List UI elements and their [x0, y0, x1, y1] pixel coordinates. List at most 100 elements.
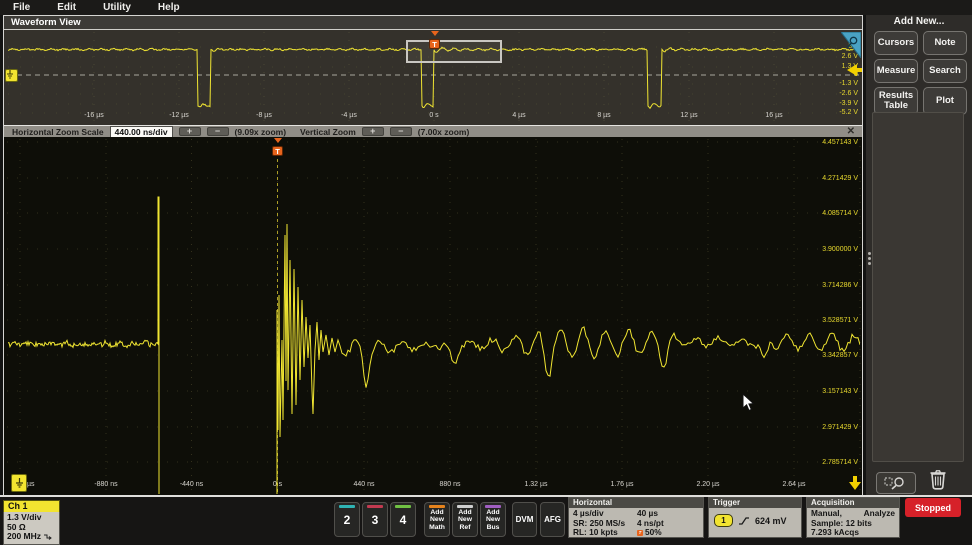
trigger-source-badge: 1 [714, 514, 733, 527]
ch1-ground-marker-overview[interactable] [5, 69, 18, 82]
v-zoom-plus-button[interactable]: + [362, 127, 384, 136]
math-stripe [429, 505, 445, 508]
search-button[interactable]: Search [923, 59, 967, 83]
acquisition-panel[interactable]: Acquisition Manual, Analyze Sample: 12 b… [806, 497, 900, 538]
trash-icon [928, 468, 948, 491]
note-button[interactable]: Note [923, 31, 967, 55]
overview-voltage-label: -2.6 V [839, 90, 858, 97]
plot-button[interactable]: Plot [923, 87, 967, 115]
measure-button[interactable]: Measure [874, 59, 918, 83]
off-scale-down-arrow-icon [849, 476, 861, 490]
horizontal-title: Horizontal [569, 498, 703, 508]
menu-bar: File Edit Utility Help [0, 0, 972, 15]
main-voltage-label: 4.271429 V [822, 175, 858, 182]
main-time-label: -440 ns [167, 481, 217, 488]
overview-time-label: -16 µs [69, 112, 119, 119]
menu-help[interactable]: Help [158, 2, 180, 13]
trigger-flag-label: T [272, 146, 283, 156]
main-time-label: 2.20 µs [683, 481, 733, 488]
overview-graticule[interactable]: 3.92.6 V1.3 V0-1.3 V-2.6 V-3.9 V-5.2 V -… [4, 30, 862, 125]
channel-2-button[interactable]: 2 [334, 502, 360, 537]
zoom-close-icon[interactable]: ✕ [847, 126, 855, 137]
h-zoom-scale-label: Horizontal Zoom Scale [12, 127, 104, 137]
trash-button[interactable] [928, 468, 948, 496]
add-new-math-button[interactable]: Add New Math [424, 502, 450, 537]
ch1-level-arrow-icon[interactable] [847, 64, 857, 76]
trigger-level: 624 mV [755, 516, 787, 526]
overview-time-label: 4 µs [494, 112, 544, 119]
main-voltage-label: 2.785714 V [822, 459, 858, 466]
menu-edit[interactable]: Edit [57, 2, 76, 13]
channel-3-button[interactable]: 3 [362, 502, 388, 537]
main-voltage-label: 3.900000 V [822, 246, 858, 253]
channel-3-stripe [367, 505, 383, 508]
h-zoom-scale-input[interactable]: 440.00 ns/div [110, 126, 173, 138]
trigger-flag-label: T [429, 39, 440, 49]
main-voltage-label: 2.971429 V [822, 424, 858, 431]
oscilloscope-app: File Edit Utility Help Waveform View 3.9… [0, 0, 972, 545]
zoom-select-icon [883, 476, 909, 490]
ch1-ground-marker-main[interactable] [11, 474, 27, 492]
acquisition-title: Acquisition [807, 498, 899, 508]
v-zoom-minus-button[interactable]: − [390, 127, 412, 136]
trigger-panel[interactable]: Trigger 1 624 mV [708, 497, 802, 538]
add-new-ref-button[interactable]: Add New Ref [452, 502, 478, 537]
results-area [872, 112, 964, 462]
trigger-flag-main[interactable]: T [271, 138, 284, 156]
overview-time-label: 16 µs [749, 112, 799, 119]
overview-time-label: -8 µs [239, 112, 289, 119]
acquisition-count: 7.293 kAcqs [811, 528, 895, 538]
main-time-label: 0 s [253, 481, 303, 488]
add-new-bus-button[interactable]: Add New Bus [480, 502, 506, 537]
bottom-bar: Ch 1 1.3 V/div 50 Ω 200 MHz 2 3 4 Add Ne… [0, 495, 972, 545]
main-time-label: 1.32 µs [511, 481, 561, 488]
ch1-badge[interactable]: Ch 1 1.3 V/div 50 Ω 200 MHz [3, 500, 60, 545]
zoom-mode-button[interactable] [876, 472, 916, 494]
channel-4-button[interactable]: 4 [390, 502, 416, 537]
trigger-title: Trigger [709, 498, 801, 508]
dvm-button[interactable]: DVM [512, 502, 537, 537]
results-table-button[interactable]: Results Table [874, 87, 918, 115]
overview-time-label: 12 µs [664, 112, 714, 119]
rising-edge-icon [738, 516, 750, 526]
main-voltage-label: 3.528571 V [822, 317, 858, 324]
menu-file[interactable]: File [13, 2, 30, 13]
overview-time-label: 8 µs [579, 112, 629, 119]
overview-time-label: 0 s [409, 112, 459, 119]
zoom-region-box[interactable] [406, 40, 502, 63]
main-graticule[interactable]: 4.457143 V4.271429 V4.085714 V3.900000 V… [4, 137, 862, 496]
cursors-button[interactable]: Cursors [874, 31, 918, 55]
overview-voltage-label: -5.2 V [839, 109, 858, 116]
h-zoom-plus-button[interactable]: + [179, 127, 201, 136]
trigger-position-icon: T [637, 530, 643, 536]
h-zoom-minus-button[interactable]: − [207, 127, 229, 136]
stopped-badge[interactable]: Stopped [905, 498, 961, 517]
panel-drag-handle[interactable] [868, 252, 871, 267]
zoom-toolbar: Horizontal Zoom Scale 440.00 ns/div + − … [4, 125, 862, 137]
add-new-panel: Add New... Cursors Note Measure Search R… [866, 15, 972, 497]
overview-time-label: -12 µs [154, 112, 204, 119]
h-zoom-factor: (9.09x zoom) [235, 127, 287, 137]
main-voltage-label: 3.157143 V [822, 388, 858, 395]
afg-button[interactable]: AFG [540, 502, 565, 537]
main-voltage-label: 3.714286 V [822, 282, 858, 289]
overview-voltage-label: -3.9 V [839, 100, 858, 107]
main-time-label: 1.76 µs [597, 481, 647, 488]
horizontal-rl: RL: 10 kpts [573, 528, 699, 538]
trigger-flag-overview[interactable]: T [428, 31, 441, 49]
ground-icon [6, 70, 14, 79]
bandwidth-icon [43, 533, 52, 541]
main-time-label: 440 ns [339, 481, 389, 488]
mouse-cursor [742, 393, 755, 417]
menu-utility[interactable]: Utility [103, 2, 131, 13]
ch1-name: Ch 1 [3, 500, 60, 512]
horizontal-panel[interactable]: Horizontal 4 µs/div SR: 250 MS/s RL: 10 … [568, 497, 704, 538]
ref-stripe [457, 505, 473, 508]
zoom-plot [4, 137, 862, 496]
v-zoom-factor: (7.00x zoom) [418, 127, 470, 137]
main-time-label: µs [27, 481, 35, 488]
add-new-title: Add New... [866, 16, 972, 27]
overview-time-label: -4 µs [324, 112, 374, 119]
waveform-panel: Waveform View 3.92.6 V1.3 V0-1.3 V-2.6 V… [3, 15, 863, 497]
main-voltage-label: 4.457143 V [822, 139, 858, 146]
